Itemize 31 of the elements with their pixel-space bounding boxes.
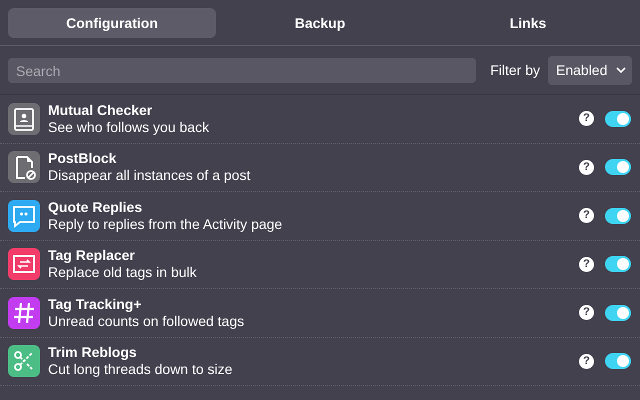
tab[interactable]: Backup bbox=[216, 8, 424, 38]
toggle-switch[interactable] bbox=[605, 110, 631, 127]
feature-description: Replace old tags in bulk bbox=[48, 264, 197, 282]
toggle-switch[interactable] bbox=[605, 304, 631, 321]
feature-description: Unread counts on followed tags bbox=[48, 312, 244, 330]
toggle-switch[interactable] bbox=[605, 208, 631, 224]
help-button[interactable]: ? bbox=[579, 305, 594, 320]
tab[interactable]: Links bbox=[424, 8, 632, 38]
feature-title: Trim Reblogs bbox=[48, 344, 137, 362]
search-field[interactable]: Search bbox=[8, 58, 476, 83]
help-button[interactable]: ? bbox=[579, 208, 594, 224]
feature-description: Disappear all instances of a post bbox=[48, 167, 250, 184]
feature-title: Tag Tracking+ bbox=[48, 296, 142, 313]
tab[interactable]: Configuration bbox=[8, 8, 216, 38]
feature-description: See who follows you back bbox=[48, 118, 210, 136]
feature-title: PostBlock bbox=[48, 150, 116, 168]
feature-title: Tag Replacer bbox=[48, 247, 135, 264]
help-button[interactable]: ? bbox=[579, 111, 594, 126]
toggle-switch[interactable] bbox=[605, 159, 631, 176]
filter-dropdown[interactable]: Enabled bbox=[548, 56, 632, 85]
filter-label: Filter by bbox=[490, 61, 540, 80]
help-button[interactable]: ? bbox=[579, 160, 594, 175]
feature-title: Quote Replies bbox=[48, 198, 142, 216]
feature-title: Mutual Checker bbox=[48, 102, 152, 119]
help-button[interactable]: ? bbox=[579, 256, 594, 272]
feature-description: Reply to replies from the Activity page bbox=[48, 216, 282, 233]
feature-description: Cut long threads down to size bbox=[48, 361, 232, 378]
toggle-switch[interactable] bbox=[605, 353, 631, 370]
toggle-switch[interactable] bbox=[605, 256, 631, 272]
help-button[interactable]: ? bbox=[579, 354, 594, 369]
chevron-icon bbox=[616, 67, 626, 74]
